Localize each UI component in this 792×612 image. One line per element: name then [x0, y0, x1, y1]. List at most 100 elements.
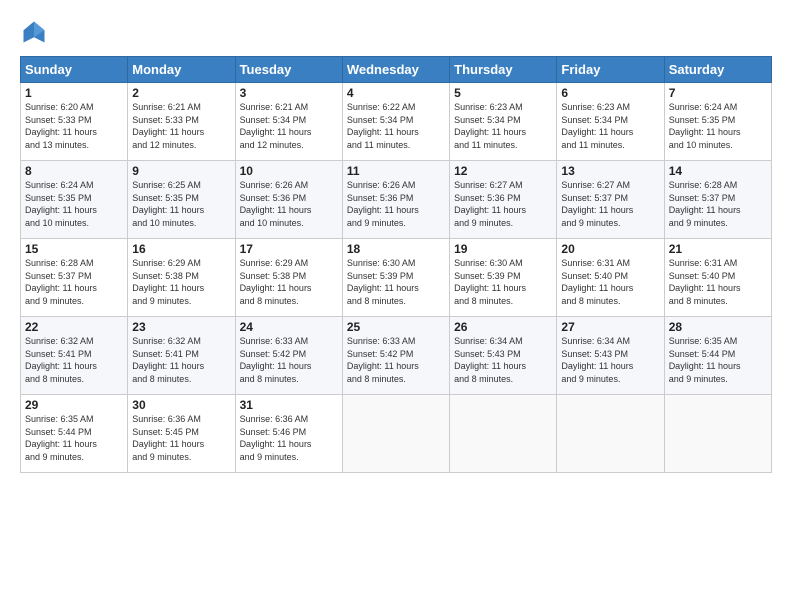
header [20, 18, 772, 46]
calendar-day-header: Wednesday [342, 57, 449, 83]
day-info: Sunrise: 6:34 AMSunset: 5:43 PMDaylight:… [454, 335, 552, 385]
day-info: Sunrise: 6:29 AMSunset: 5:38 PMDaylight:… [132, 257, 230, 307]
day-number: 8 [25, 164, 123, 178]
day-info: Sunrise: 6:29 AMSunset: 5:38 PMDaylight:… [240, 257, 338, 307]
day-info: Sunrise: 6:28 AMSunset: 5:37 PMDaylight:… [669, 179, 767, 229]
calendar-cell: 21Sunrise: 6:31 AMSunset: 5:40 PMDayligh… [664, 239, 771, 317]
calendar-cell: 8Sunrise: 6:24 AMSunset: 5:35 PMDaylight… [21, 161, 128, 239]
day-number: 3 [240, 86, 338, 100]
day-info: Sunrise: 6:30 AMSunset: 5:39 PMDaylight:… [454, 257, 552, 307]
day-info: Sunrise: 6:27 AMSunset: 5:36 PMDaylight:… [454, 179, 552, 229]
calendar-cell: 30Sunrise: 6:36 AMSunset: 5:45 PMDayligh… [128, 395, 235, 473]
day-info: Sunrise: 6:32 AMSunset: 5:41 PMDaylight:… [132, 335, 230, 385]
day-number: 28 [669, 320, 767, 334]
day-info: Sunrise: 6:35 AMSunset: 5:44 PMDaylight:… [669, 335, 767, 385]
day-number: 4 [347, 86, 445, 100]
day-info: Sunrise: 6:20 AMSunset: 5:33 PMDaylight:… [25, 101, 123, 151]
day-info: Sunrise: 6:35 AMSunset: 5:44 PMDaylight:… [25, 413, 123, 463]
calendar-week-row: 8Sunrise: 6:24 AMSunset: 5:35 PMDaylight… [21, 161, 772, 239]
day-number: 15 [25, 242, 123, 256]
day-number: 22 [25, 320, 123, 334]
calendar-cell: 27Sunrise: 6:34 AMSunset: 5:43 PMDayligh… [557, 317, 664, 395]
day-info: Sunrise: 6:23 AMSunset: 5:34 PMDaylight:… [561, 101, 659, 151]
calendar-cell: 16Sunrise: 6:29 AMSunset: 5:38 PMDayligh… [128, 239, 235, 317]
calendar-cell: 9Sunrise: 6:25 AMSunset: 5:35 PMDaylight… [128, 161, 235, 239]
calendar-cell: 23Sunrise: 6:32 AMSunset: 5:41 PMDayligh… [128, 317, 235, 395]
day-number: 2 [132, 86, 230, 100]
day-info: Sunrise: 6:31 AMSunset: 5:40 PMDaylight:… [669, 257, 767, 307]
day-number: 17 [240, 242, 338, 256]
calendar-cell: 4Sunrise: 6:22 AMSunset: 5:34 PMDaylight… [342, 83, 449, 161]
day-info: Sunrise: 6:26 AMSunset: 5:36 PMDaylight:… [347, 179, 445, 229]
calendar-week-row: 1Sunrise: 6:20 AMSunset: 5:33 PMDaylight… [21, 83, 772, 161]
calendar-week-row: 15Sunrise: 6:28 AMSunset: 5:37 PMDayligh… [21, 239, 772, 317]
day-number: 6 [561, 86, 659, 100]
calendar-cell: 5Sunrise: 6:23 AMSunset: 5:34 PMDaylight… [450, 83, 557, 161]
calendar-cell: 3Sunrise: 6:21 AMSunset: 5:34 PMDaylight… [235, 83, 342, 161]
calendar-day-header: Monday [128, 57, 235, 83]
calendar-cell: 28Sunrise: 6:35 AMSunset: 5:44 PMDayligh… [664, 317, 771, 395]
day-info: Sunrise: 6:26 AMSunset: 5:36 PMDaylight:… [240, 179, 338, 229]
calendar-cell: 18Sunrise: 6:30 AMSunset: 5:39 PMDayligh… [342, 239, 449, 317]
calendar-cell: 13Sunrise: 6:27 AMSunset: 5:37 PMDayligh… [557, 161, 664, 239]
calendar-cell: 11Sunrise: 6:26 AMSunset: 5:36 PMDayligh… [342, 161, 449, 239]
day-info: Sunrise: 6:23 AMSunset: 5:34 PMDaylight:… [454, 101, 552, 151]
day-number: 18 [347, 242, 445, 256]
day-number: 31 [240, 398, 338, 412]
day-info: Sunrise: 6:21 AMSunset: 5:34 PMDaylight:… [240, 101, 338, 151]
day-info: Sunrise: 6:25 AMSunset: 5:35 PMDaylight:… [132, 179, 230, 229]
logo-icon [20, 18, 48, 46]
calendar-cell [342, 395, 449, 473]
calendar-cell: 10Sunrise: 6:26 AMSunset: 5:36 PMDayligh… [235, 161, 342, 239]
day-number: 5 [454, 86, 552, 100]
calendar-day-header: Saturday [664, 57, 771, 83]
day-number: 13 [561, 164, 659, 178]
day-number: 30 [132, 398, 230, 412]
calendar-day-header: Sunday [21, 57, 128, 83]
calendar-cell: 12Sunrise: 6:27 AMSunset: 5:36 PMDayligh… [450, 161, 557, 239]
day-info: Sunrise: 6:31 AMSunset: 5:40 PMDaylight:… [561, 257, 659, 307]
day-number: 29 [25, 398, 123, 412]
day-number: 10 [240, 164, 338, 178]
day-number: 16 [132, 242, 230, 256]
calendar-table: SundayMondayTuesdayWednesdayThursdayFrid… [20, 56, 772, 473]
day-number: 11 [347, 164, 445, 178]
calendar-cell [450, 395, 557, 473]
calendar-cell: 7Sunrise: 6:24 AMSunset: 5:35 PMDaylight… [664, 83, 771, 161]
calendar-cell: 1Sunrise: 6:20 AMSunset: 5:33 PMDaylight… [21, 83, 128, 161]
calendar-cell: 25Sunrise: 6:33 AMSunset: 5:42 PMDayligh… [342, 317, 449, 395]
logo [20, 18, 52, 46]
calendar-cell: 24Sunrise: 6:33 AMSunset: 5:42 PMDayligh… [235, 317, 342, 395]
calendar-header-row: SundayMondayTuesdayWednesdayThursdayFrid… [21, 57, 772, 83]
calendar-week-row: 22 Sunrise: 6:32 AMSunset: 5:41 PMDayligh… [21, 317, 772, 395]
day-info: Sunrise: 6:28 AMSunset: 5:37 PMDaylight:… [25, 257, 123, 307]
day-number: 19 [454, 242, 552, 256]
calendar-cell [664, 395, 771, 473]
day-number: 14 [669, 164, 767, 178]
day-info: Sunrise: 6:24 AMSunset: 5:35 PMDaylight:… [25, 179, 123, 229]
day-info: Sunrise: 6:22 AMSunset: 5:34 PMDaylight:… [347, 101, 445, 151]
day-info: Sunrise: 6:36 AMSunset: 5:46 PMDaylight:… [240, 413, 338, 463]
day-info: Sunrise: 6:21 AMSunset: 5:33 PMDaylight:… [132, 101, 230, 151]
calendar-cell: 22Sunrise: 6:32 AMSunset: 5:41 PMDayligh… [21, 317, 128, 395]
calendar-cell: 26Sunrise: 6:34 AMSunset: 5:43 PMDayligh… [450, 317, 557, 395]
day-number: 27 [561, 320, 659, 334]
day-number: 23 [132, 320, 230, 334]
calendar-cell: 20Sunrise: 6:31 AMSunset: 5:40 PMDayligh… [557, 239, 664, 317]
day-info: Sunrise: 6:34 AMSunset: 5:43 PMDaylight:… [561, 335, 659, 385]
calendar-day-header: Friday [557, 57, 664, 83]
calendar-cell: 6Sunrise: 6:23 AMSunset: 5:34 PMDaylight… [557, 83, 664, 161]
day-number: 7 [669, 86, 767, 100]
day-info: Sunrise: 6:33 AMSunset: 5:42 PMDaylight:… [240, 335, 338, 385]
calendar-cell: 29Sunrise: 6:35 AMSunset: 5:44 PMDayligh… [21, 395, 128, 473]
calendar-cell: 17Sunrise: 6:29 AMSunset: 5:38 PMDayligh… [235, 239, 342, 317]
day-number: 26 [454, 320, 552, 334]
calendar-week-row: 29Sunrise: 6:35 AMSunset: 5:44 PMDayligh… [21, 395, 772, 473]
day-number: 9 [132, 164, 230, 178]
day-number: 24 [240, 320, 338, 334]
calendar-cell: 2Sunrise: 6:21 AMSunset: 5:33 PMDaylight… [128, 83, 235, 161]
day-info: Sunrise: 6:27 AMSunset: 5:37 PMDaylight:… [561, 179, 659, 229]
day-number: 20 [561, 242, 659, 256]
calendar-cell: 31Sunrise: 6:36 AMSunset: 5:46 PMDayligh… [235, 395, 342, 473]
day-number: 25 [347, 320, 445, 334]
